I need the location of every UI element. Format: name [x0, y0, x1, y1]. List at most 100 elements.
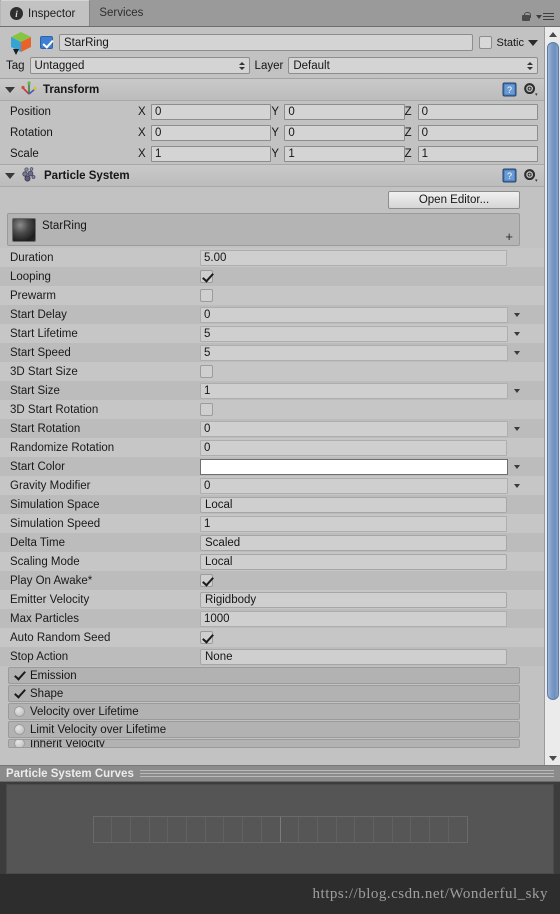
- property-input[interactable]: 0: [200, 477, 508, 494]
- property-dropdown-arrow-icon[interactable]: [514, 388, 520, 393]
- chevron-down-icon[interactable]: [528, 39, 538, 46]
- property-checkbox[interactable]: [200, 365, 213, 378]
- grid-cell: [243, 816, 262, 842]
- curves-graph-area[interactable]: [6, 784, 554, 874]
- property-input[interactable]: 1: [200, 515, 507, 532]
- scroll-down-button[interactable]: [544, 751, 560, 765]
- add-emitter-button[interactable]: +: [505, 230, 513, 243]
- property-dropdown-arrow-icon[interactable]: [514, 350, 520, 355]
- help-book-icon[interactable]: ?: [502, 168, 517, 183]
- scale-y-input[interactable]: 1: [284, 145, 405, 162]
- axis-x: X 0: [138, 103, 272, 120]
- scale-z-input[interactable]: 1: [417, 145, 538, 162]
- scroll-up-button[interactable]: [544, 27, 560, 41]
- open-editor-button[interactable]: Open Editor...: [388, 191, 520, 209]
- property-checkbox[interactable]: [200, 403, 213, 416]
- layer-dropdown[interactable]: Default: [288, 57, 538, 74]
- particle-modules-list: Emission Shape Velocity over Lifetime Limit…: [0, 667, 544, 748]
- static-checkbox[interactable]: [479, 36, 493, 49]
- module-row[interactable]: Shape: [8, 685, 520, 702]
- property-checkbox[interactable]: [200, 574, 213, 587]
- property-row: Emitter Velocity Rigidbody: [0, 590, 544, 609]
- property-dropdown-arrow-icon[interactable]: [514, 312, 520, 317]
- property-input[interactable]: 5.00: [200, 249, 507, 266]
- hamburger-menu-icon[interactable]: [536, 12, 554, 21]
- property-row: Scaling Mode Local: [0, 552, 544, 571]
- particle-system-header[interactable]: Particle System ?: [0, 165, 544, 187]
- layer-label: Layer: [254, 59, 284, 72]
- particle-emitter-card[interactable]: StarRing +: [7, 213, 520, 246]
- axis-label-z: Z: [404, 126, 412, 139]
- help-book-icon[interactable]: ?: [502, 82, 517, 97]
- property-input[interactable]: 5: [200, 344, 508, 361]
- property-dropdown[interactable]: Local: [200, 496, 507, 513]
- property-input[interactable]: 0: [200, 439, 507, 456]
- property-checkbox[interactable]: [200, 289, 213, 302]
- position-x-input[interactable]: 0: [151, 103, 272, 120]
- property-dropdown-arrow-icon[interactable]: [514, 426, 520, 431]
- property-dropdown-arrow-icon[interactable]: [514, 464, 520, 469]
- grid-cell: [318, 816, 337, 842]
- property-dropdown[interactable]: None: [200, 648, 507, 665]
- gameobject-enabled-checkbox[interactable]: [40, 36, 53, 49]
- rotation-x-input[interactable]: 0: [151, 124, 272, 141]
- property-input[interactable]: 0: [200, 420, 508, 437]
- gear-icon[interactable]: [523, 168, 538, 183]
- module-row[interactable]: Velocity over Lifetime: [8, 703, 520, 720]
- property-dropdown-arrow-icon[interactable]: [514, 331, 520, 336]
- foldout-arrow-icon[interactable]: [5, 172, 15, 179]
- gameobject-name-input[interactable]: StarRing: [59, 34, 474, 51]
- property-dropdown[interactable]: Local: [200, 553, 507, 570]
- property-input[interactable]: 1: [200, 382, 508, 399]
- module-label: Limit Velocity over Lifetime: [30, 723, 167, 736]
- property-label: Start Size: [10, 384, 60, 397]
- module-disabled-dot-icon[interactable]: [14, 724, 25, 735]
- property-dropdown[interactable]: Rigidbody: [200, 591, 507, 608]
- foldout-arrow-icon[interactable]: [5, 86, 15, 93]
- property-checkbox[interactable]: [200, 270, 213, 283]
- transform-title: Transform: [43, 83, 100, 96]
- color-swatch[interactable]: [200, 458, 508, 475]
- tab-inspector[interactable]: i Inspector: [0, 0, 91, 26]
- module-row[interactable]: Inherit Velocity: [8, 739, 520, 748]
- rotation-y-input[interactable]: 0: [284, 124, 405, 141]
- property-dropdown[interactable]: Scaled: [200, 534, 507, 551]
- position-z-input[interactable]: 0: [417, 103, 538, 120]
- tab-services[interactable]: Services: [90, 0, 157, 26]
- scale-x-input[interactable]: 1: [151, 145, 272, 162]
- module-disabled-dot-icon[interactable]: [14, 740, 25, 747]
- rotation-z-input[interactable]: 0: [417, 124, 538, 141]
- scrollbar-track[interactable]: [544, 41, 560, 751]
- axis-z: Z 1: [405, 145, 538, 162]
- tab-bar-controls: [521, 11, 560, 26]
- grid-cell: [131, 816, 150, 842]
- axis-y: Y 0: [271, 103, 405, 120]
- property-input-value: 0: [204, 308, 211, 321]
- property-label: Stop Action: [10, 650, 69, 663]
- curves-drag-lines[interactable]: [139, 770, 554, 777]
- gear-icon[interactable]: [523, 82, 538, 97]
- module-row[interactable]: Emission: [8, 667, 520, 684]
- property-input[interactable]: 1000: [200, 610, 507, 627]
- property-row: Play On Awake*: [0, 571, 544, 590]
- property-input-value: 5: [204, 346, 211, 359]
- chevron-down-icon: [548, 755, 557, 761]
- scrollbar-thumb[interactable]: [546, 42, 559, 701]
- module-check-icon[interactable]: [14, 670, 25, 681]
- lock-icon[interactable]: [521, 11, 531, 22]
- inspector-content: StarRing Static Tag Untagged Layer Defau…: [0, 27, 544, 765]
- curves-panel-header[interactable]: Particle System Curves: [0, 765, 560, 782]
- property-input[interactable]: 5: [200, 325, 508, 342]
- property-input[interactable]: 0: [200, 306, 508, 323]
- cube-icon[interactable]: [8, 30, 34, 56]
- property-dropdown-arrow-icon[interactable]: [514, 483, 520, 488]
- property-checkbox[interactable]: [200, 631, 213, 644]
- module-row[interactable]: Limit Velocity over Lifetime: [8, 721, 520, 738]
- tag-dropdown[interactable]: Untagged: [29, 57, 250, 74]
- transform-header[interactable]: Transform ?: [0, 79, 544, 101]
- module-check-icon[interactable]: [14, 688, 25, 699]
- module-disabled-dot-icon[interactable]: [14, 706, 25, 717]
- position-y-input[interactable]: 0: [284, 103, 405, 120]
- vertical-scrollbar[interactable]: [544, 27, 560, 765]
- particle-system-curves-panel: Particle System Curves https://blog.csdn…: [0, 765, 560, 914]
